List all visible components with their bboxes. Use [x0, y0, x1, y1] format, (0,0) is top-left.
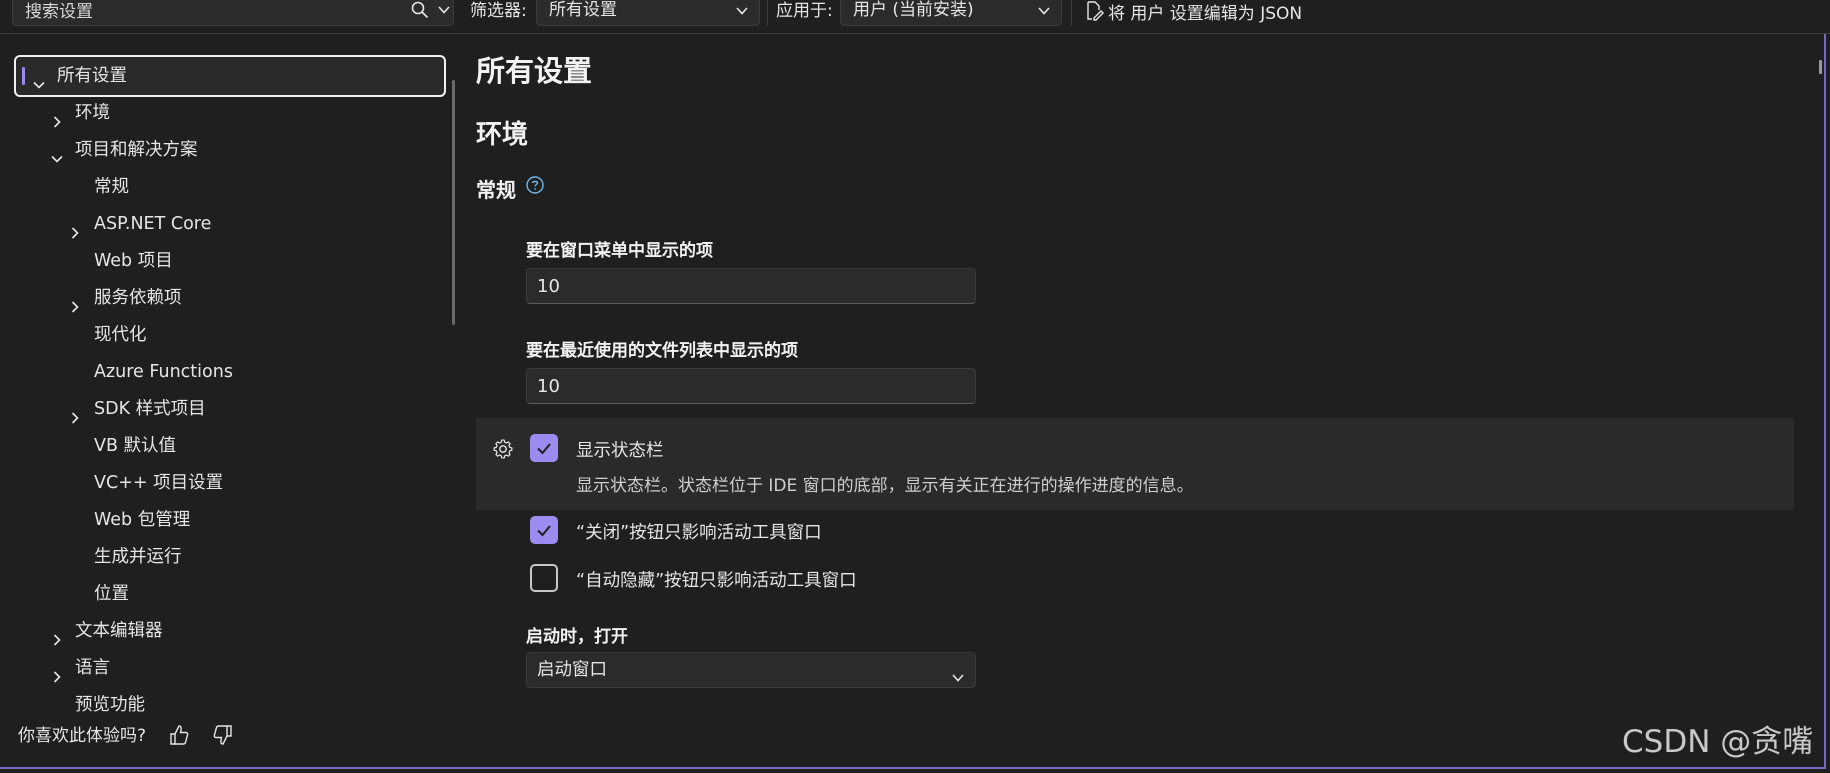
sidebar-item[interactable]: 服务依赖项 — [14, 280, 444, 316]
sidebar-item[interactable]: ASP.NET Core — [14, 206, 444, 242]
sidebar-item-label: 现代化 — [94, 325, 147, 345]
sidebar-item-label: 服务依赖项 — [94, 288, 182, 308]
chevron-right-icon[interactable] — [50, 661, 64, 683]
sidebar-item-label: 预览功能 — [75, 695, 145, 715]
startup-open-label: 启动时，打开 — [526, 627, 628, 647]
thumbs-down-icon[interactable] — [212, 724, 236, 748]
chevron-down-icon — [735, 1, 749, 25]
sidebar-item-label: 所有设置 — [57, 66, 127, 86]
sidebar-item[interactable]: 语言 — [14, 650, 444, 686]
checkmark-icon — [537, 443, 551, 455]
sidebar-item[interactable]: 环境 — [14, 95, 444, 131]
startup-open-value: 启动窗口 — [537, 660, 607, 680]
checkmark-icon — [537, 525, 551, 537]
sidebar-item-label: 位置 — [94, 584, 129, 604]
sidebar-item[interactable]: SDK 样式项目 — [14, 391, 444, 427]
sidebar-item[interactable]: 生成并运行 — [14, 539, 444, 575]
chevron-down-icon — [1037, 1, 1051, 25]
window-menu-items-input[interactable] — [526, 268, 976, 304]
sidebar-item-label: ASP.NET Core — [94, 214, 212, 234]
edit-json-icon — [1084, 0, 1108, 22]
autohide-button-affects-active-checkbox[interactable] — [530, 564, 558, 592]
gear-icon[interactable] — [492, 438, 514, 460]
sidebar-item[interactable]: Azure Functions — [14, 354, 444, 390]
sidebar-item[interactable]: 现代化 — [14, 317, 444, 353]
settings-toolbar: 筛选器: 所有设置 应用于: 用户 (当前安装) 将 用户 设置编辑为 JSON — [0, 0, 1830, 34]
help-icon[interactable] — [526, 176, 544, 194]
sidebar-item-label: VB 默认值 — [94, 436, 177, 456]
sidebar-item-label: Web 包管理 — [94, 510, 191, 530]
sidebar-item-label: 文本编辑器 — [75, 621, 163, 641]
sidebar-item-label: SDK 样式项目 — [94, 399, 206, 419]
sidebar-item[interactable]: 位置 — [14, 576, 444, 612]
chevron-right-icon[interactable] — [68, 217, 82, 239]
sidebar-item[interactable]: 文本编辑器 — [14, 613, 444, 649]
sidebar-item-label: 常规 — [94, 177, 129, 197]
search-input[interactable] — [23, 0, 387, 26]
sidebar-item[interactable]: Web 包管理 — [14, 502, 444, 538]
sidebar-item-label: Azure Functions — [94, 362, 233, 382]
subsection-heading: 常规 — [476, 178, 516, 202]
chevron-down-icon[interactable] — [50, 143, 64, 163]
section-heading: 环境 — [476, 120, 529, 150]
sidebar-scrollbar[interactable] — [452, 80, 455, 325]
chevron-right-icon[interactable] — [68, 291, 82, 313]
search-icon[interactable] — [409, 0, 431, 22]
page-title: 所有设置 — [476, 54, 593, 88]
watermark: CSDN @贪嘴 — [1622, 724, 1814, 760]
chevron-down-icon — [951, 663, 965, 697]
sidebar-item[interactable]: 项目和解决方案 — [14, 132, 444, 168]
show-status-bar-checkbox[interactable] — [530, 434, 558, 462]
recent-files-items-input[interactable] — [526, 368, 976, 404]
close-button-affects-active-label: “关闭”按钮只影响活动工具窗口 — [576, 523, 822, 543]
chevron-right-icon[interactable] — [68, 402, 82, 424]
sidebar-item[interactable]: VB 默认值 — [14, 428, 444, 464]
thumbs-up-icon[interactable] — [168, 724, 192, 748]
apply-to-label: 应用于: — [776, 1, 833, 21]
setting-row-highlight — [476, 418, 1794, 510]
window-menu-items-label: 要在窗口菜单中显示的项 — [526, 241, 713, 261]
sidebar-item-label: 生成并运行 — [94, 547, 182, 567]
close-button-affects-active-checkbox[interactable] — [530, 516, 558, 544]
sidebar-item-label: Web 项目 — [94, 251, 173, 271]
show-status-bar-label: 显示状态栏 — [576, 441, 664, 461]
settings-content: 所有设置 环境 常规 要在窗口菜单中显示的项 要在最近使用的文件列表中显示的项 … — [476, 34, 1806, 769]
sidebar-item[interactable]: 常规 — [14, 169, 444, 205]
edit-json-label: 将 用户 设置编辑为 JSON — [1108, 3, 1303, 24]
toolbar-divider — [1071, 0, 1072, 26]
filter-label: 筛选器: — [470, 1, 527, 21]
feedback-prompt: 你喜欢此体验吗? — [18, 726, 147, 746]
apply-to-dropdown-value: 用户 (当前安装) — [853, 0, 974, 20]
apply-to-dropdown[interactable]: 用户 (当前安装) — [840, 0, 1062, 26]
sidebar-item[interactable]: Web 项目 — [14, 243, 444, 279]
sidebar-item-label: 环境 — [75, 103, 110, 123]
sidebar-item[interactable]: 所有设置 — [14, 58, 444, 94]
sidebar-item-label: VC++ 项目设置 — [94, 473, 224, 493]
recent-files-items-label: 要在最近使用的文件列表中显示的项 — [526, 341, 798, 361]
sidebar-item[interactable]: VC++ 项目设置 — [14, 465, 444, 501]
content-scrollbar[interactable] — [1819, 60, 1822, 74]
startup-open-dropdown[interactable]: 启动窗口 — [526, 652, 976, 688]
chevron-right-icon[interactable] — [50, 106, 64, 128]
search-box[interactable] — [12, 0, 454, 26]
filter-dropdown-value: 所有设置 — [549, 0, 617, 20]
chevron-down-icon[interactable] — [32, 69, 46, 89]
sidebar-item[interactable]: 预览功能 — [14, 687, 444, 723]
filter-dropdown[interactable]: 所有设置 — [536, 0, 760, 26]
chevron-right-icon[interactable] — [50, 624, 64, 646]
toolbar-divider — [767, 0, 768, 26]
edit-json-button[interactable]: 将 用户 设置编辑为 JSON — [1084, 0, 1303, 24]
show-status-bar-description: 显示状态栏。状态栏位于 IDE 窗口的底部，显示有关正在进行的操作进度的信息。 — [576, 476, 1194, 496]
sidebar-item-label: 语言 — [75, 658, 110, 678]
autohide-button-affects-active-label: “自动隐藏”按钮只影响活动工具窗口 — [576, 571, 857, 591]
settings-tree-sidebar: 所有设置环境项目和解决方案常规 ASP.NET Core Web 项目 服务依赖项现代… — [0, 34, 458, 769]
sidebar-item-label: 项目和解决方案 — [75, 140, 198, 160]
search-options-chevron-down-icon[interactable] — [433, 0, 455, 22]
